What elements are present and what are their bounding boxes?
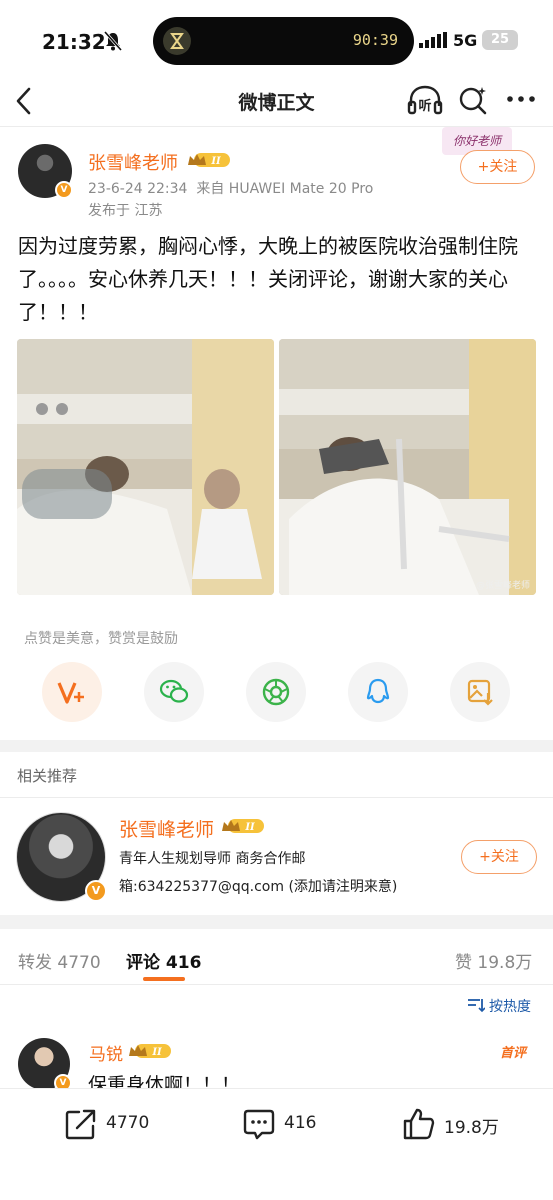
post-photo-2[interactable]: @张雪峰老师: [279, 339, 536, 595]
dynamic-island[interactable]: 90:39: [153, 17, 414, 65]
bottom-action-bar: 4770 416 19.8万: [0, 1088, 553, 1200]
level-badge-icon: II: [188, 153, 230, 167]
tab-likes-count: 19.8万: [477, 953, 533, 973]
tab-comments-count: 416: [165, 953, 202, 973]
source-prefix: 来自: [196, 181, 225, 197]
share-moments-button[interactable]: [246, 662, 306, 722]
qq-icon: [366, 678, 390, 704]
first-comment-badge: 首评: [500, 1046, 527, 1061]
status-bar: 21:32 90:39 5G 25: [0, 0, 553, 80]
status-time: 21:32: [42, 30, 106, 54]
timer-readout: 90:39: [352, 31, 398, 49]
level-badge-icon: II: [129, 1044, 171, 1058]
tab-repost[interactable]: 转发 4770: [18, 948, 101, 973]
listen-label: 听: [418, 98, 431, 114]
mute-bell-icon: [104, 31, 122, 51]
signal-icon: [419, 32, 447, 48]
tab-likes[interactable]: 赞 19.8万: [455, 948, 532, 973]
tab-likes-label: 赞: [455, 953, 472, 973]
wechat-icon: [159, 679, 189, 703]
related-follow-button[interactable]: +关注: [461, 840, 537, 874]
share-wechat-button[interactable]: [144, 662, 204, 722]
thumbs-up-icon: [403, 1108, 435, 1140]
like-v-icon: [57, 682, 84, 704]
comment-count: 416: [284, 1113, 317, 1133]
sort-icon: [468, 999, 485, 1013]
tab-comments[interactable]: 评论 416: [126, 948, 201, 973]
listen-button[interactable]: 听: [407, 84, 443, 116]
post-location: 发布于 江苏: [88, 203, 163, 219]
follow-button[interactable]: +关注: [460, 150, 535, 184]
section-gap: [0, 740, 553, 752]
search-icon[interactable]: [457, 84, 489, 116]
repost-icon: [65, 1109, 96, 1140]
level-badge-icon: II: [222, 819, 264, 833]
related-bio-2: 箱:634225377@qq.com (添加请注明来意): [119, 879, 398, 895]
share-qq-button[interactable]: [348, 662, 408, 722]
divider: [0, 984, 553, 985]
divider: [0, 797, 553, 798]
photo-watermark: @张雪峰老师: [475, 581, 530, 591]
post-source[interactable]: HUAWEI Mate 20 Pro: [229, 181, 374, 197]
tab-comments-label: 评论: [126, 953, 160, 973]
battery-icon: 25: [482, 30, 518, 50]
related-bio-1: 青年人生规划导师 商务合作邮: [119, 851, 306, 867]
active-tab-indicator: [143, 977, 185, 981]
network-type: 5G: [453, 31, 478, 50]
headphone-icon: 听: [407, 85, 443, 115]
repost-count: 4770: [106, 1113, 150, 1133]
post-photo-1[interactable]: [17, 339, 274, 595]
more-icon[interactable]: [505, 94, 537, 104]
related-name[interactable]: 张雪峰老师: [119, 815, 214, 842]
comment-icon: [243, 1109, 275, 1140]
commenter-name[interactable]: 马锐: [89, 1040, 123, 1065]
level-text: II: [151, 1047, 162, 1058]
tab-repost-label: 转发: [18, 953, 52, 973]
post-meta: 23-6-24 22:34 来自 HUAWEI Mate 20 Pro: [88, 178, 373, 198]
section-gap: [0, 915, 553, 929]
related-title: 相关推荐: [17, 767, 78, 785]
verified-badge-icon: V: [55, 181, 73, 199]
save-image-button[interactable]: [450, 662, 510, 722]
like-v-button[interactable]: [42, 662, 102, 722]
share-row: [0, 662, 553, 726]
moments-icon: [262, 678, 290, 706]
nav-bar: 微博正文 听: [0, 80, 553, 124]
verified-badge-icon: V: [85, 880, 107, 902]
hourglass-icon: [163, 27, 191, 55]
battery-level: 25: [490, 32, 510, 47]
post-date: 23-6-24 22:34: [88, 181, 188, 197]
save-image-icon: [467, 679, 493, 706]
sort-button[interactable]: 按热度: [489, 996, 531, 1016]
level-text: II: [210, 156, 221, 167]
post-text: 因为过度劳累，胸闷心悸，大晚上的被医院收治强制住院了。。。。安心休养几天！！！关…: [18, 234, 518, 324]
level-text: II: [244, 822, 255, 833]
author-name[interactable]: 张雪峰老师: [88, 149, 178, 175]
reward-tip: 点赞是美意，赞赏是鼓励: [24, 631, 178, 647]
tab-repost-count: 4770: [57, 953, 101, 973]
engagement-tabs: 转发 4770 评论 416 赞 19.8万: [0, 944, 553, 984]
like-count: 19.8万: [444, 1118, 499, 1138]
